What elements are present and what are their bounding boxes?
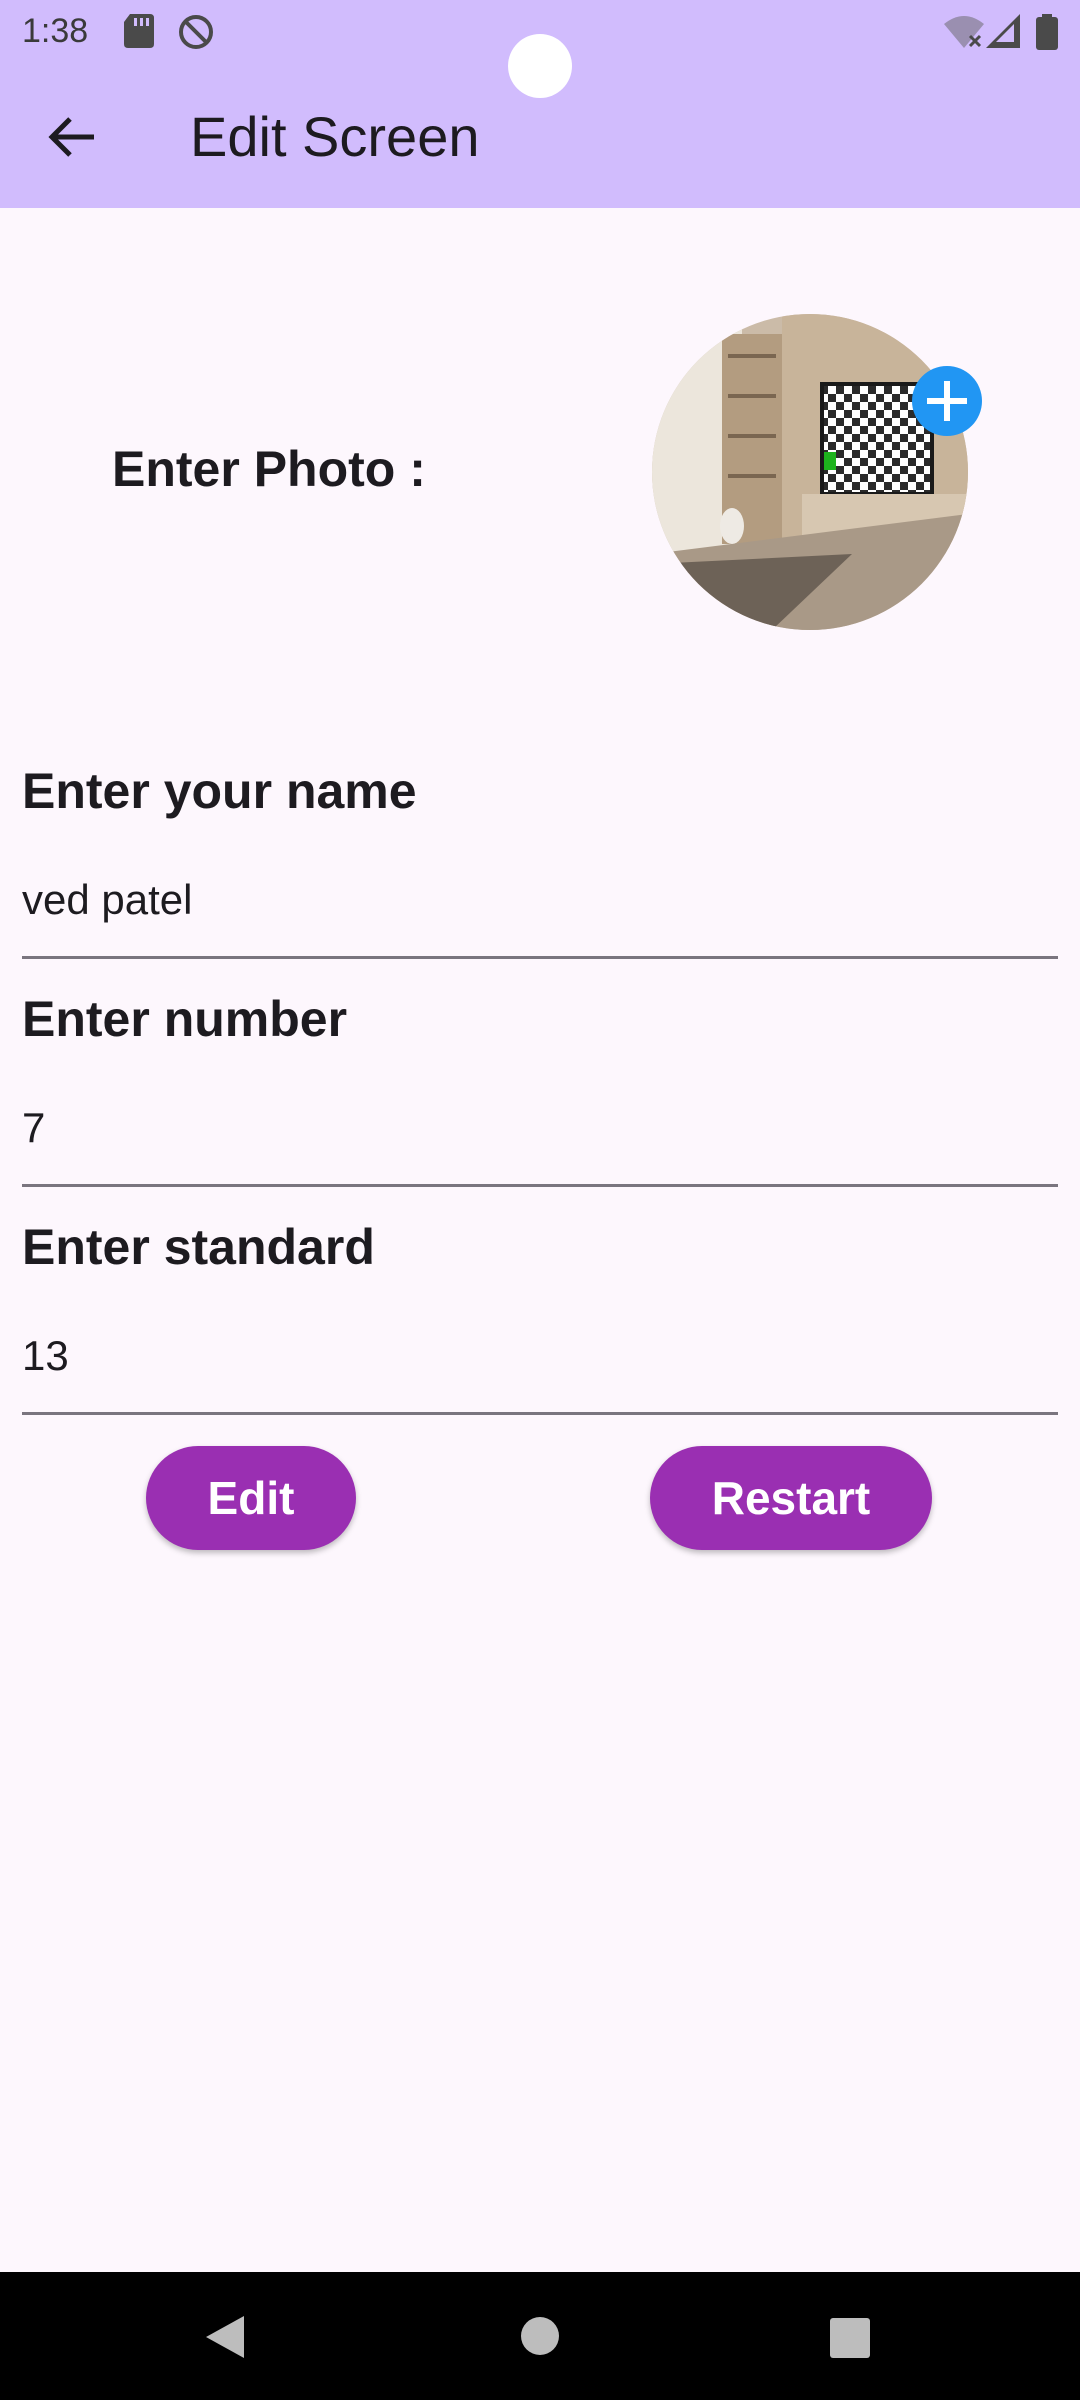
home-circle-icon[interactable] [520, 2316, 560, 2356]
recents-square-icon[interactable] [830, 2318, 870, 2358]
add-photo-button[interactable] [912, 366, 982, 436]
standard-label: Enter standard [22, 1219, 375, 1275]
camera-cutout [508, 34, 572, 98]
profile-photo[interactable] [652, 314, 968, 630]
name-input[interactable] [22, 862, 1058, 938]
battery-icon [1036, 14, 1058, 50]
edit-button[interactable]: Edit [146, 1446, 356, 1550]
standard-underline [22, 1412, 1058, 1415]
number-underline [22, 1184, 1058, 1187]
arrow-left-icon [48, 117, 94, 157]
photo-label: Enter Photo : [112, 441, 426, 497]
do-not-disturb-icon [179, 15, 213, 49]
number-input[interactable] [22, 1090, 1058, 1166]
back-triangle-icon[interactable] [204, 2314, 246, 2360]
status-time: 1:38 [22, 12, 89, 50]
wifi-off-icon [944, 16, 984, 48]
name-underline [22, 956, 1058, 959]
photo-image [652, 314, 968, 630]
standard-input[interactable] [22, 1318, 1058, 1394]
name-label: Enter your name [22, 763, 417, 819]
sd-card-icon [124, 14, 154, 48]
plus-icon [927, 381, 967, 421]
restart-button[interactable]: Restart [650, 1446, 932, 1550]
page-title: Edit Screen [190, 105, 480, 168]
number-label: Enter number [22, 991, 348, 1047]
system-nav-bar [0, 2272, 1080, 2400]
signal-icon [986, 14, 1020, 48]
back-button[interactable] [36, 100, 110, 174]
